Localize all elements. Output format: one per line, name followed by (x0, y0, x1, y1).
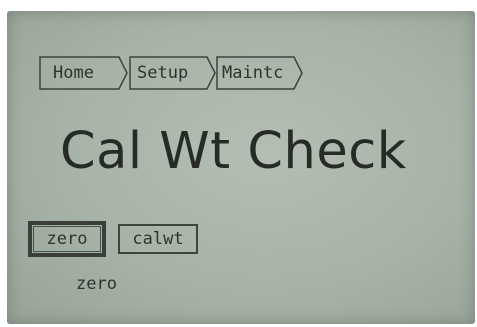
breadcrumb-label: Home (53, 63, 94, 83)
lcd-screen: Home Setup Maintc Cal Wt Check zero calw… (7, 11, 475, 324)
breadcrumb-label: Setup (137, 63, 189, 83)
softkey-label: calwt (132, 229, 184, 249)
softkey-zero[interactable]: zero (28, 221, 106, 257)
breadcrumb-item-maintc[interactable]: Maintc (216, 56, 303, 90)
screen-title: Cal Wt Check (60, 122, 407, 181)
breadcrumb-label: Maintc (222, 63, 284, 83)
selection-caption: zero (76, 274, 117, 294)
breadcrumb-item-setup[interactable]: Setup (129, 56, 216, 90)
breadcrumb-item-home[interactable]: Home (39, 56, 128, 90)
softkey-calwt[interactable]: calwt (118, 224, 198, 254)
softkey-label: zero (46, 229, 88, 249)
display-frame: Home Setup Maintc Cal Wt Check zero calw… (0, 0, 477, 327)
